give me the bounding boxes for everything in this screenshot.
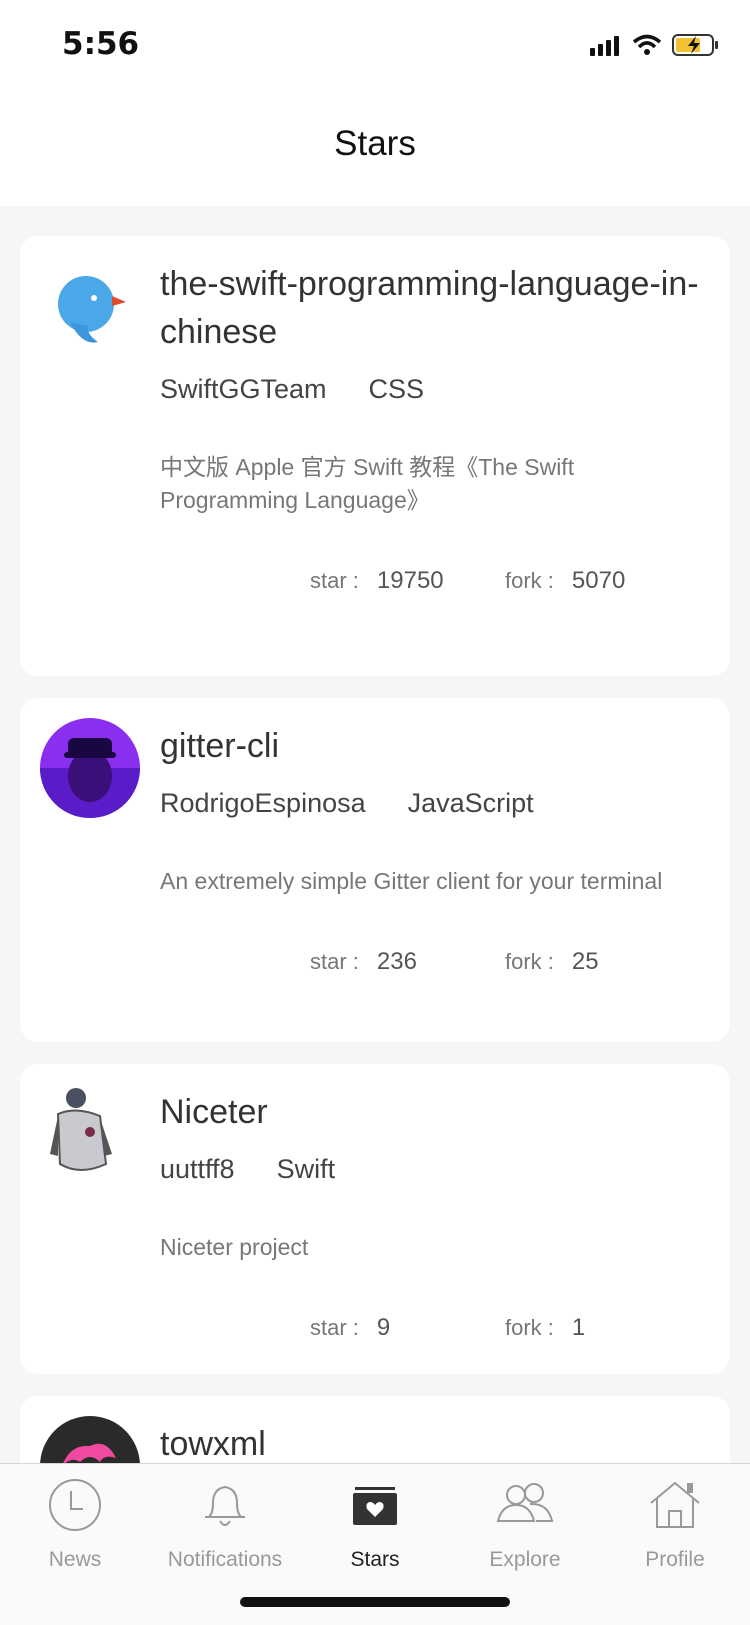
repo-name[interactable]: Niceter (160, 1088, 700, 1136)
fork-count: fork : 1 (505, 1314, 700, 1342)
status-icons (590, 30, 720, 60)
tab-news[interactable]: News (0, 1474, 150, 1572)
home-indicator (240, 1597, 510, 1607)
tab-label: News (48, 1548, 102, 1571)
tab-label: Explore (489, 1548, 561, 1571)
repo-card[interactable]: gitter-cli RodrigoEspinosa JavaScript An… (20, 698, 730, 1042)
status-time: 5:56 (62, 26, 140, 62)
star-count: star : 9 (310, 1314, 505, 1342)
nav-bar: Stars (0, 90, 750, 206)
battery-icon (672, 34, 718, 56)
fork-count: fork : 5070 (505, 567, 700, 595)
status-bar: 5:56 (0, 0, 750, 90)
repo-stats: star : 19750 fork : 5070 (160, 567, 700, 625)
fork-value: 5070 (571, 567, 626, 594)
star-value: 9 (376, 1314, 391, 1341)
tab-label: Notifications (167, 1548, 283, 1571)
tab-label: Stars (350, 1548, 400, 1571)
star-value: 236 (376, 948, 417, 975)
star-label: star : (310, 568, 359, 593)
bell-icon (150, 1474, 300, 1536)
repo-name[interactable]: the-swift-programming-language-in-chines… (160, 260, 700, 356)
clock-icon (0, 1474, 150, 1536)
home-icon (600, 1474, 750, 1536)
fork-count: fork : 25 (505, 948, 700, 976)
person-avatar (40, 1084, 140, 1184)
star-count: star : 236 (310, 948, 505, 976)
repo-card[interactable]: the-swift-programming-language-in-chines… (20, 236, 730, 676)
tab-explore[interactable]: Explore (450, 1474, 600, 1572)
repo-owner[interactable]: SwiftGGTeam (160, 374, 327, 405)
repo-stats: star : 236 fork : 25 (160, 948, 700, 1006)
star-box-icon (300, 1474, 450, 1536)
tab-profile[interactable]: Profile (600, 1474, 750, 1572)
repo-description: Niceter project (160, 1234, 309, 1260)
signal-icon (590, 36, 619, 56)
repo-language: CSS (368, 374, 425, 404)
fork-label: fork : (505, 1315, 554, 1340)
repo-language: JavaScript (407, 788, 534, 818)
repo-name[interactable]: gitter-cli (160, 722, 700, 770)
fork-value: 25 (571, 948, 599, 975)
repo-owner[interactable]: uuttff8 (160, 1154, 235, 1185)
repo-stats: star : 9 fork : 1 (160, 1314, 700, 1372)
page-title: Stars (334, 124, 416, 163)
repo-language: Swift (276, 1154, 336, 1184)
fork-value: 1 (571, 1314, 586, 1341)
star-value: 19750 (376, 567, 444, 594)
repo-description: An extremely simple Gitter client for yo… (160, 868, 663, 894)
star-label: star : (310, 1315, 359, 1340)
repo-meta: SwiftGGTeam CSS (160, 374, 700, 405)
repo-card[interactable]: Niceter uuttff8 Swift Niceter project st… (20, 1064, 730, 1374)
fork-label: fork : (505, 568, 554, 593)
repo-list[interactable]: the-swift-programming-language-in-chines… (20, 236, 730, 1618)
bird-icon (40, 266, 140, 366)
wifi-icon (632, 34, 662, 55)
repo-meta: uuttff8 Swift (160, 1154, 700, 1185)
people-icon (450, 1474, 600, 1536)
repo-name[interactable]: towxml (160, 1420, 700, 1468)
star-count: star : 19750 (310, 567, 505, 595)
person-avatar (40, 718, 140, 818)
tab-label: Profile (645, 1548, 705, 1571)
repo-meta: RodrigoEspinosa JavaScript (160, 788, 700, 819)
repo-description: 中文版 Apple 官方 Swift 教程《The Swift Programm… (160, 454, 575, 513)
repo-owner[interactable]: RodrigoEspinosa (160, 788, 366, 819)
tab-stars[interactable]: Stars (300, 1474, 450, 1572)
star-label: star : (310, 949, 359, 974)
fork-label: fork : (505, 949, 554, 974)
tab-notifications[interactable]: Notifications (150, 1474, 300, 1572)
